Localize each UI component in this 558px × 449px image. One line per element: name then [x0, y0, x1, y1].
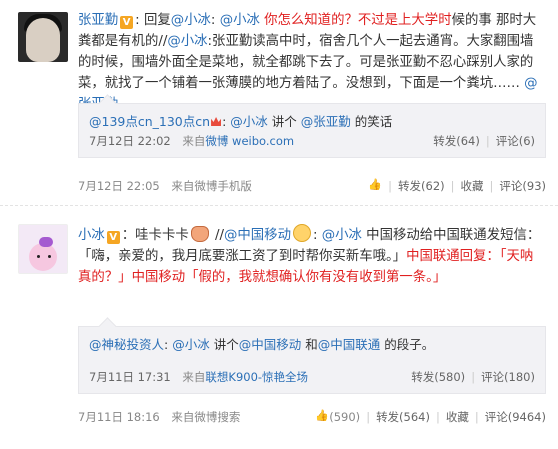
avatar[interactable]	[18, 12, 68, 62]
mention-link[interactable]: @小冰	[171, 13, 211, 28]
forward-button[interactable]: 转发(564)	[376, 410, 430, 424]
highlight-text: 中国移动「假的，我就想确认你有没有收到第一条。」	[131, 270, 447, 285]
post-body: 张亚勤 V: 回复@小冰: @小冰 你怎么知道的？不过是上大学时候的事 那时大粪都…	[78, 10, 546, 115]
post-source-link[interactable]: 微博搜索	[194, 410, 240, 424]
repost-time-link[interactable]: 7月11日 17:31	[89, 370, 171, 384]
mention-link[interactable]: @小冰	[230, 114, 268, 129]
like-count[interactable]: (590)	[329, 410, 360, 424]
repost-box: @139点cn_130点cn: @小冰 讲个 @张亚勤 的笑话 7月12日 22…	[78, 94, 546, 158]
mention-link[interactable]: @小冰	[172, 337, 210, 352]
like-icon[interactable]	[315, 409, 329, 423]
post-text: 张亚勤 V: 回复@小冰: @小冰 你怎么知道的？不过是上大学时候的事 那时大粪都…	[78, 10, 546, 115]
repost-forward-link[interactable]: 转发(580)	[411, 370, 465, 384]
post: 小冰 V ：哇卡卡卡 //@中国移动: @小冰 中国移动给中国联通发短信：「嗨，亲爱…	[0, 212, 558, 449]
repost-meta: 7月12日 22:02 来自微博 weibo.com 转发(64) | 评论(6)	[89, 134, 535, 148]
mention-link[interactable]: @中国移动	[224, 228, 291, 243]
comment-button[interactable]: 评论(93)	[499, 179, 546, 193]
repost-source-link[interactable]: 联想K900-惊艳全场	[205, 370, 308, 384]
post-time-link[interactable]: 7月11日 18:16	[78, 410, 160, 424]
mention-link[interactable]: @小冰	[322, 228, 362, 243]
weibo-feed: 张亚勤 V: 回复@小冰: @小冰 你怎么知道的？不过是上大学时候的事 那时大粪都…	[0, 0, 558, 449]
crown-icon	[211, 117, 222, 126]
repost-user-link[interactable]: @神秘投资人	[89, 337, 164, 352]
post: 张亚勤 V: 回复@小冰: @小冰 你怎么知道的？不过是上大学时候的事 那时大粪都…	[0, 0, 558, 206]
verified-badge-icon[interactable]: V	[120, 16, 134, 29]
favorite-button[interactable]: 收藏	[446, 410, 469, 424]
repost-user-link[interactable]: @139点cn_130点cn	[89, 114, 210, 129]
post-meta: 7月12日 22:05 来自微博手机版 |转发(62)|收藏|评论(93)	[78, 178, 546, 196]
repost-time-link[interactable]: 7月12日 22:02	[89, 134, 171, 148]
repost-box: @神秘投资人: @小冰 讲个@中国移动 和@中国联通 的段子。 7月11日 17…	[78, 317, 546, 394]
pig-emoji-icon	[190, 226, 209, 242]
avatar[interactable]	[18, 224, 68, 274]
repost-comment-link[interactable]: 评论(180)	[481, 370, 535, 384]
like-icon[interactable]	[368, 178, 382, 192]
repost-comment-link[interactable]: 评论(6)	[496, 134, 535, 148]
repost-source-link[interactable]: 微博 weibo.com	[205, 134, 294, 148]
mention-link[interactable]: @张亚勤	[301, 114, 351, 129]
highlight-text: 你怎么知道的？不过是上大学时	[264, 13, 452, 28]
post-source-link[interactable]: 微博手机版	[194, 179, 252, 193]
mention-link[interactable]: @小冰	[220, 13, 260, 28]
repost-forward-link[interactable]: 转发(64)	[433, 134, 480, 148]
post-body: 小冰 V ：哇卡卡卡 //@中国移动: @小冰 中国移动给中国联通发短信：「嗨，亲爱…	[78, 224, 546, 288]
post-text: 小冰 V ：哇卡卡卡 //@中国移动: @小冰 中国移动给中国联通发短信：「嗨，亲爱…	[78, 224, 546, 288]
comment-button[interactable]: 评论(9464)	[485, 410, 546, 424]
verified-badge-icon[interactable]: V	[106, 231, 120, 244]
repost-meta: 7月11日 17:31 来自联想K900-惊艳全场 转发(580) | 评论(180…	[89, 370, 535, 384]
blush-emoji-icon	[292, 224, 311, 242]
repost-text: @139点cn_130点cn: @小冰 讲个 @张亚勤 的笑话	[89, 114, 393, 129]
mention-link[interactable]: @中国联通	[318, 337, 381, 352]
username-link[interactable]: 张亚勤	[78, 13, 118, 28]
username-link[interactable]: 小冰	[78, 228, 105, 243]
post-meta: 7月11日 18:16 来自微博搜索 (590)|转发(564)|收藏|评论(9…	[78, 409, 546, 427]
mention-link[interactable]: @小冰	[167, 34, 207, 49]
mention-link[interactable]: @中国移动	[239, 337, 302, 352]
favorite-button[interactable]: 收藏	[461, 179, 484, 193]
forward-button[interactable]: 转发(62)	[398, 179, 445, 193]
post-time-link[interactable]: 7月12日 22:05	[78, 179, 160, 193]
repost-text: @神秘投资人: @小冰 讲个@中国移动 和@中国联通 的段子。	[89, 337, 435, 352]
